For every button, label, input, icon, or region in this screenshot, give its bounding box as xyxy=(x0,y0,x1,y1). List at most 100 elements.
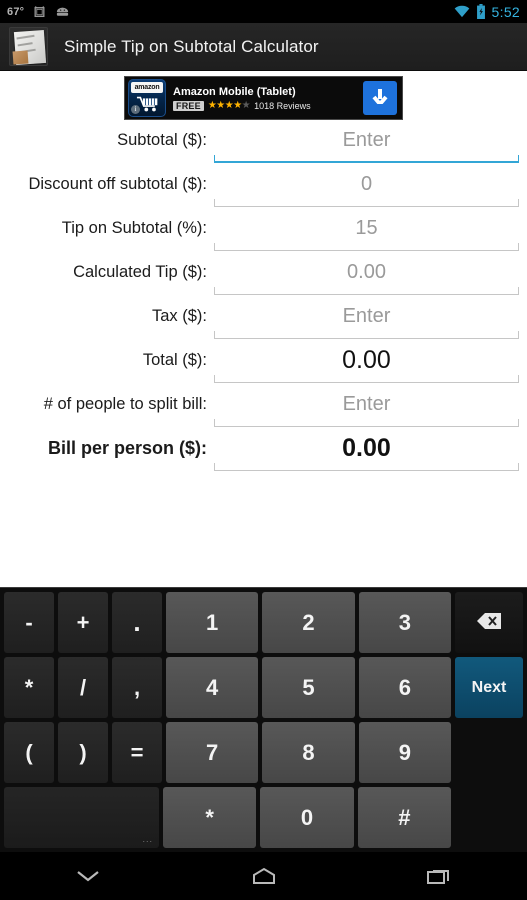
form-row: Subtotal ($): Enter xyxy=(0,125,527,169)
key-5[interactable]: 5 xyxy=(262,657,355,718)
field-input[interactable]: 15 xyxy=(214,213,519,243)
key-3[interactable]: 3 xyxy=(358,592,451,653)
key-label: 9 xyxy=(398,739,411,765)
field-input[interactable]: Enter xyxy=(214,389,519,419)
key-#[interactable]: # xyxy=(357,787,451,848)
field-wrapper[interactable]: 0 xyxy=(214,169,519,207)
keyboard-row: - +. 1 2 3 xyxy=(0,591,527,656)
ad-info-icon[interactable]: i xyxy=(131,105,140,114)
field-label: Subtotal ($): xyxy=(117,131,207,149)
field-wrapper[interactable]: Enter xyxy=(214,301,519,339)
field-input[interactable]: 0.00 xyxy=(214,433,519,463)
key-label: 2 xyxy=(302,609,315,635)
home-icon[interactable] xyxy=(176,852,352,900)
key-8[interactable]: 8 xyxy=(262,722,355,783)
keyboard-row: * /, 4 5 6 Next xyxy=(0,656,527,721)
key-Next[interactable]: Next xyxy=(454,657,523,718)
keyboard-options-hint[interactable]: ... xyxy=(142,834,153,844)
key-label: + xyxy=(76,609,90,635)
key-/[interactable]: / xyxy=(58,657,108,718)
key-label: . xyxy=(133,607,141,637)
ad-review-count: 1018 Reviews xyxy=(254,100,311,111)
wifi-icon xyxy=(454,5,470,18)
field-label: Calculated Tip ($): xyxy=(73,263,207,281)
field-underline xyxy=(214,199,519,207)
backspace-icon xyxy=(476,610,502,636)
field-wrapper[interactable]: 0.00 xyxy=(214,345,519,383)
field-wrapper[interactable]: 15 xyxy=(214,213,519,251)
keyboard-row: () = 7 8 9 xyxy=(0,721,527,786)
form-row: Bill per person ($): 0.00 xyxy=(0,433,527,477)
key--[interactable]: - xyxy=(4,592,54,653)
key-label: 1 xyxy=(206,609,219,635)
keyboard-row: ... * 0 # xyxy=(0,786,527,851)
ad-banner[interactable]: amazon i Amazon Mobile (Tablet) FREE ★★★… xyxy=(124,76,403,120)
system-navigation-bar xyxy=(0,852,527,900)
backspace-key[interactable] xyxy=(454,592,523,653)
key-label: , xyxy=(133,674,141,700)
key-0[interactable]: 0 xyxy=(260,787,354,848)
field-underline xyxy=(214,331,519,339)
numeric-keyboard: - +. 1 2 3 * /, 4 5 6 Next () = 7 8 9... * 0 # xyxy=(0,587,527,852)
ad-text-block: Amazon Mobile (Tablet) FREE ★★★★★ 1018 R… xyxy=(166,86,363,111)
keyboard-spacer xyxy=(455,787,523,848)
form-row: Tax ($): Enter xyxy=(0,301,527,345)
space-key[interactable]: ... xyxy=(4,787,159,848)
field-underline xyxy=(214,463,519,471)
ad-stars-empty: ★ xyxy=(241,99,251,111)
field-underline xyxy=(214,419,519,427)
device-screen: 67° 5:52 Simple Tip on Subtotal Calculat… xyxy=(0,0,527,900)
field-input[interactable]: Enter xyxy=(214,125,519,155)
receipt-app-icon[interactable] xyxy=(9,27,48,66)
key-label: = xyxy=(130,739,144,765)
key-label: * xyxy=(24,674,34,700)
recent-apps-icon[interactable] xyxy=(351,852,527,900)
field-input[interactable]: 0 xyxy=(214,169,519,199)
field-wrapper[interactable]: 0.00 xyxy=(214,433,519,471)
field-input[interactable]: Enter xyxy=(214,301,519,331)
key-4[interactable]: 4 xyxy=(166,657,259,718)
key-label: 0 xyxy=(300,804,314,830)
field-underline xyxy=(214,287,519,295)
key-+[interactable]: + xyxy=(58,592,108,653)
key-label: 3 xyxy=(398,609,411,635)
form-row: # of people to split bill: Enter xyxy=(0,389,527,433)
amazon-cart-icon: amazon i xyxy=(128,79,166,117)
field-label: Tax ($): xyxy=(151,307,207,325)
status-bar-right: 5:52 xyxy=(454,4,520,20)
key-7[interactable]: 7 xyxy=(166,722,259,783)
key-,[interactable]: , xyxy=(112,657,162,718)
key-)[interactable]: ) xyxy=(58,722,108,783)
key-*[interactable]: * xyxy=(163,787,257,848)
key-label: # xyxy=(398,804,411,830)
calculator-form: Subtotal ($): Enter Discount off subtotal … xyxy=(0,125,527,477)
action-bar: Simple Tip on Subtotal Calculator xyxy=(0,23,527,71)
field-wrapper[interactable]: 0.00 xyxy=(214,257,519,295)
field-wrapper[interactable]: Enter xyxy=(214,389,519,427)
key-=[interactable]: = xyxy=(112,722,162,783)
key-label: 7 xyxy=(206,739,219,765)
key-1[interactable]: 1 xyxy=(166,592,259,653)
status-bar: 67° 5:52 xyxy=(0,0,527,23)
key-6[interactable]: 6 xyxy=(358,657,451,718)
key-label: ) xyxy=(79,739,87,765)
key-([interactable]: ( xyxy=(4,722,54,783)
status-bar-left: 67° xyxy=(7,5,454,18)
field-input[interactable]: 0.00 xyxy=(214,257,519,287)
key-9[interactable]: 9 xyxy=(358,722,451,783)
ad-price-badge: FREE xyxy=(173,100,204,111)
field-label: Total ($): xyxy=(142,351,207,369)
key-2[interactable]: 2 xyxy=(262,592,355,653)
key-label: - xyxy=(25,609,33,635)
field-label: Tip on Subtotal (%): xyxy=(61,219,207,237)
ad-stars-filled: ★★★★ xyxy=(207,99,242,111)
download-arrow-icon[interactable] xyxy=(363,81,397,115)
key-label: / xyxy=(79,674,87,700)
field-label: Bill per person ($): xyxy=(47,438,207,458)
key-.[interactable]: . xyxy=(112,592,162,653)
field-input[interactable]: 0.00 xyxy=(214,345,519,375)
field-wrapper[interactable]: Enter xyxy=(214,125,519,163)
chevron-down-icon[interactable] xyxy=(0,852,176,900)
ad-rating-stars: ★★★★★ xyxy=(207,99,251,111)
key-*[interactable]: * xyxy=(4,657,54,718)
